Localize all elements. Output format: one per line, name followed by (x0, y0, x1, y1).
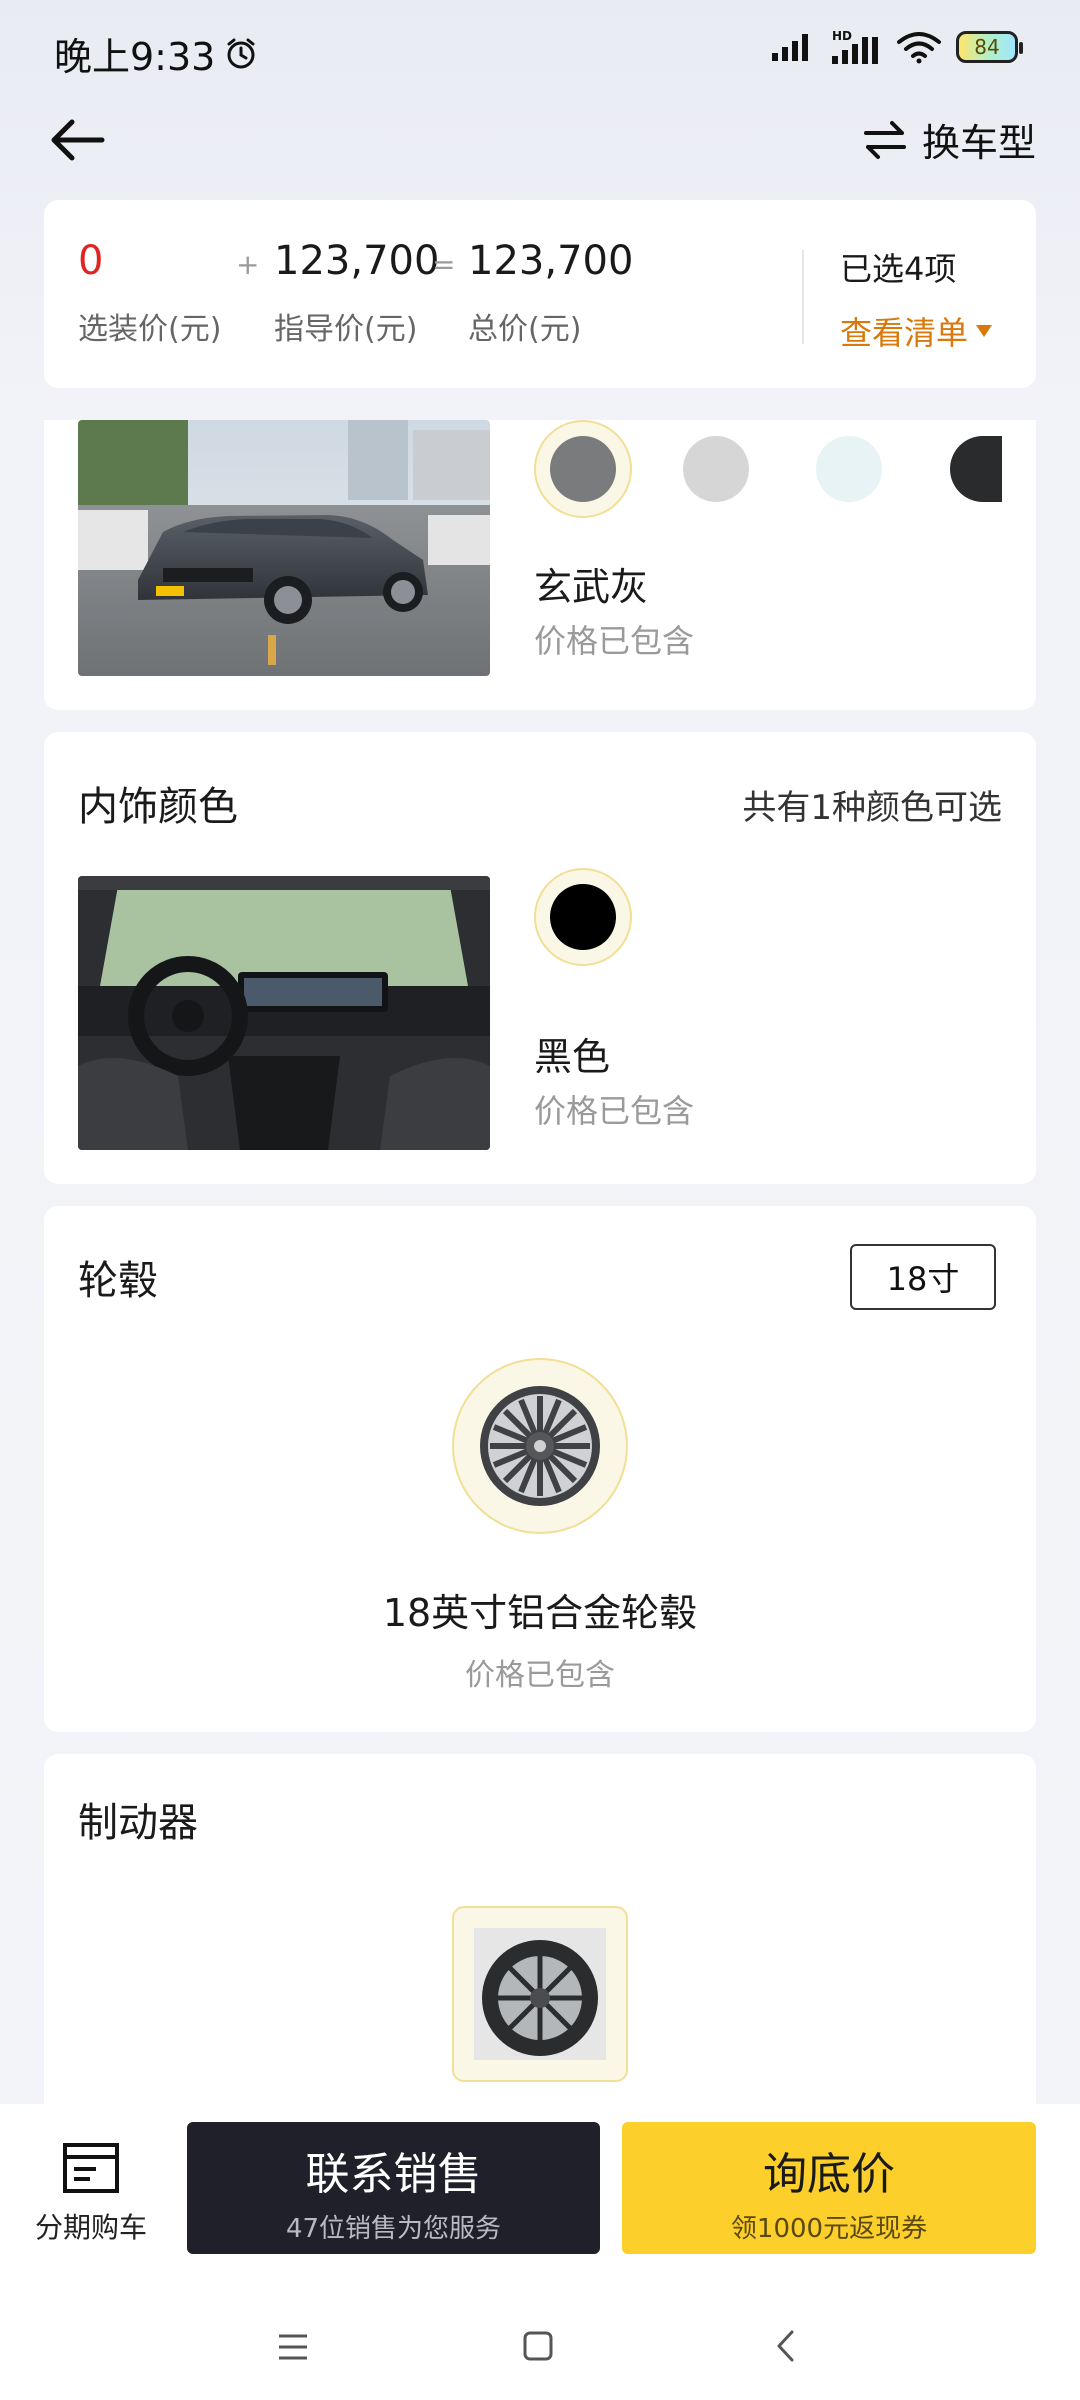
wifi-icon (897, 32, 941, 64)
contact-sales-button[interactable]: 联系销售 47位销售为您服务 (187, 2122, 600, 2254)
wheel-option-selected[interactable] (452, 1358, 628, 1534)
hd-signal-icon: HD (832, 29, 878, 64)
system-nav-bar (0, 2304, 1080, 2400)
bottom-action-bar: 分期购车 联系销售 47位销售为您服务 询底价 领1000元返现券 (0, 2104, 1080, 2304)
status-icons: HD 84 (770, 28, 1023, 66)
interior-title: 内饰颜色 (78, 784, 238, 830)
back-arrow-icon (51, 119, 105, 161)
option-price: 0 (78, 238, 104, 284)
exterior-car-photo (78, 420, 490, 676)
wheels-title: 轮毂 (78, 1258, 158, 1304)
exterior-swatch-4[interactable] (950, 436, 1002, 502)
exterior-price-note: 价格已包含 (534, 622, 695, 660)
option-price-group: 0 (78, 238, 103, 284)
exterior-swatch-selected-ring[interactable] (534, 420, 632, 518)
wheel-name: 18英寸铝合金轮毂 (382, 1591, 698, 1635)
guide-price-label: 指导价(元) (274, 312, 418, 347)
caret-down-icon (976, 325, 993, 337)
status-time-text: 晚上9:33 (54, 35, 216, 79)
brakes-card: 制动器 (44, 1754, 1036, 2134)
wheel-size-button[interactable]: 18寸 (850, 1244, 996, 1310)
exterior-color-card: 玄武灰 价格已包含 (44, 420, 1036, 710)
view-list-label: 查看清单 (840, 314, 969, 352)
total-price-group: 123,700 (468, 238, 633, 284)
total-price: 123,700 (468, 238, 634, 284)
exterior-swatch-2[interactable] (683, 436, 749, 502)
guide-price: 123,700 (274, 238, 440, 284)
interior-color-name: 黑色 (534, 1035, 611, 1079)
brakes-title: 制动器 (78, 1800, 198, 1846)
interior-color-card: 内饰颜色 共有1种颜色可选 黑色 价格已包含 (44, 732, 1036, 1184)
wheel-icon (480, 1386, 600, 1506)
battery-level: 84 (974, 35, 1000, 59)
divider (802, 250, 804, 344)
interior-swatch-selected-ring[interactable] (534, 868, 632, 966)
equals-sign: = (432, 248, 456, 281)
contact-sales-sub: 47位销售为您服务 (285, 2214, 502, 2244)
inquiry-price-button[interactable]: 询底价 领1000元返现券 (622, 2122, 1036, 2254)
contact-sales-label: 联系销售 (305, 2149, 482, 2200)
back-button[interactable] (46, 112, 110, 168)
switch-model-button[interactable]: 换车型 (862, 112, 1036, 167)
interior-count: 共有1种颜色可选 (742, 788, 1002, 828)
plus-sign: + (236, 248, 260, 281)
interior-price-note: 价格已包含 (534, 1092, 695, 1130)
alarm-icon (227, 38, 255, 68)
wheels-card: 轮毂 18寸 18英寸铝合金轮毂 价格已包含 (44, 1206, 1036, 1732)
switch-model-label: 换车型 (921, 121, 1036, 165)
signal-icon (772, 34, 808, 61)
interior-photo (78, 876, 490, 1150)
total-price-label: 总价(元) (468, 312, 582, 347)
view-list-button[interactable]: 查看清单 (840, 308, 993, 354)
wheel-size-label: 18寸 (886, 1260, 960, 1298)
battery-icon: 84 (956, 31, 1023, 63)
inquiry-price-label: 询底价 (763, 2149, 895, 2200)
interior-swatch-1 (550, 884, 616, 950)
wheel-price-note: 价格已包含 (465, 1658, 615, 1693)
exterior-swatch-3[interactable] (816, 436, 882, 502)
option-price-label: 选装价(元) (78, 312, 222, 347)
menu-icon[interactable] (276, 2332, 310, 2362)
guide-price-group: 123,700 (274, 238, 439, 284)
installment-button[interactable]: 分期购车 (26, 2142, 156, 2246)
installment-icon (63, 2143, 119, 2193)
price-summary-card: 0 选装价(元) + 123,700 指导价(元) = 123,700 总价(元… (44, 200, 1036, 388)
inquiry-price-sub: 领1000元返现券 (730, 2214, 928, 2244)
brake-option-selected[interactable] (452, 1906, 628, 2082)
exterior-color-name: 玄武灰 (534, 565, 649, 609)
svg-text:HD: HD (832, 29, 852, 43)
selected-count: 已选4项 (840, 250, 957, 288)
status-time: 晚上9:33 (54, 26, 259, 81)
brake-wheel-icon (474, 1928, 606, 2060)
home-icon[interactable] (522, 2330, 554, 2362)
exterior-swatch-1 (550, 436, 616, 502)
swap-icon (863, 120, 906, 159)
installment-label: 分期购车 (34, 2211, 147, 2244)
back-icon[interactable] (772, 2328, 800, 2364)
